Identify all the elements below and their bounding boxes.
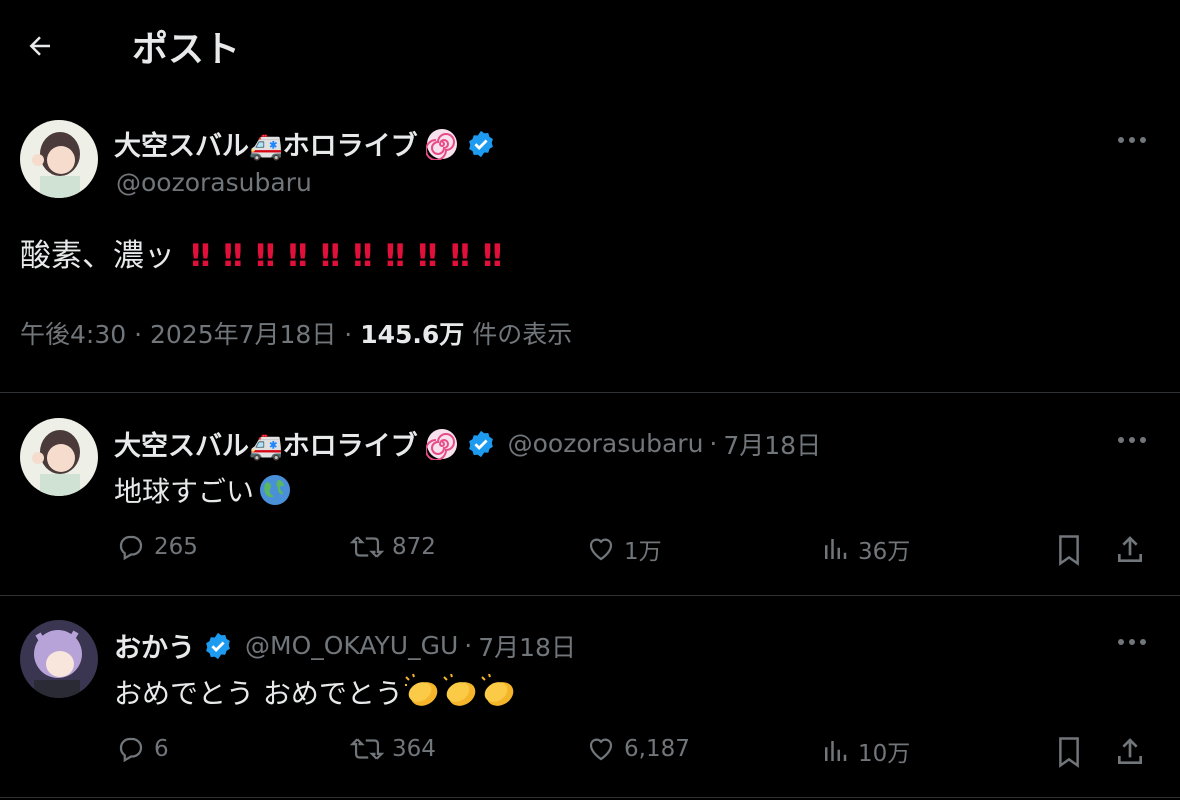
divider: [0, 595, 1180, 596]
meta-separator: ·: [464, 631, 473, 660]
post-time[interactable]: 午後4:30: [20, 320, 126, 349]
meta-separator: ·: [344, 320, 353, 349]
reply-author-row: おかう @MO_OKAYU_GU · 7月18日: [114, 626, 576, 665]
spiral-icon: [425, 128, 458, 160]
exclaim-emoji: ‼: [223, 238, 242, 274]
top-bar: ポスト: [0, 0, 1180, 90]
author-name[interactable]: 大空スバル🚑ホロライブ: [114, 124, 418, 163]
bookmark-icon: [1059, 535, 1079, 566]
more-button[interactable]: [1112, 125, 1152, 155]
reply-text: おめでとう おめでとう: [114, 672, 519, 712]
more-icon: [1118, 437, 1146, 443]
bookmark-button[interactable]: [1054, 534, 1084, 566]
like-count: 1万: [624, 539, 662, 565]
post-meta: 午後4:30 · 2025年7月18日 · 145.6万 件の表示: [20, 315, 572, 351]
reply-actions: 265 872 1万 36万: [116, 532, 1166, 572]
reply-count: 6: [154, 736, 169, 762]
verified-icon: [466, 129, 496, 159]
post-text: 酸素、濃ッ ‼ ‼ ‼ ‼ ‼ ‼ ‼ ‼ ‼ ‼: [20, 230, 515, 275]
exclaim-emoji: ‼: [190, 238, 210, 274]
post-date[interactable]: 2025年7月18日: [150, 320, 336, 349]
reply-text-body: 地球すごい: [114, 475, 255, 508]
like-icon: [589, 538, 613, 561]
reply-icon: [119, 737, 143, 763]
reply-actions: 6 364 6,187 10万: [116, 734, 1166, 774]
more-button[interactable]: [1112, 425, 1152, 455]
more-icon: [1118, 137, 1146, 143]
exclaim-group: ‼ ‼ ‼ ‼ ‼ ‼ ‼ ‼ ‼ ‼: [191, 238, 515, 274]
views-count: 145.6万: [360, 320, 465, 349]
avatar[interactable]: [20, 620, 98, 698]
repost-count: 872: [392, 534, 436, 560]
views-icon: [825, 539, 847, 559]
reply-text: 地球すごい: [114, 470, 292, 510]
share-icon: [1118, 738, 1142, 764]
share-button[interactable]: [1114, 534, 1146, 566]
divider: [0, 797, 1180, 798]
avatar[interactable]: [20, 418, 98, 496]
exclaim-emoji: ‼: [320, 238, 340, 274]
repost-icon: [350, 738, 384, 760]
author-row: 大空スバル🚑ホロライブ: [114, 124, 496, 163]
views-label: 件の表示: [472, 320, 573, 349]
verified-icon: [466, 429, 496, 459]
repost-button[interactable]: 872: [350, 532, 436, 562]
reply-text-body: おめでとう おめでとう: [114, 677, 403, 710]
exclaim-emoji: ‼: [450, 238, 469, 274]
like-count: 6,187: [624, 736, 690, 762]
meta-separator: ·: [709, 429, 718, 458]
bookmark-icon: [1059, 737, 1079, 768]
reply-button[interactable]: 265: [116, 532, 198, 562]
reply-date[interactable]: 7月18日: [723, 426, 821, 462]
like-button[interactable]: 1万: [586, 532, 662, 566]
avatar[interactable]: [20, 120, 98, 198]
reply-date[interactable]: 7月18日: [478, 628, 576, 664]
divider: [0, 392, 1180, 393]
reply-author-row: 大空スバル🚑ホロライブ @oozorasubaru · 7月18日: [114, 424, 821, 463]
exclaim-emoji: ‼: [385, 238, 404, 274]
meta-separator: ·: [134, 320, 143, 349]
spiral-icon: [425, 428, 458, 460]
exclaim-emoji: ‼: [288, 238, 307, 274]
page-title: ポスト: [132, 29, 241, 70]
exclaim-emoji: ‼: [482, 238, 502, 274]
author-handle[interactable]: @oozorasubaru: [508, 429, 704, 458]
author-name[interactable]: おかう: [114, 626, 195, 665]
repost-icon: [350, 536, 384, 558]
repost-button[interactable]: 364: [350, 734, 436, 764]
exclaim-emoji: ‼: [353, 238, 372, 274]
reply-button[interactable]: 6: [116, 734, 169, 764]
author-handle[interactable]: @MO_OKAYU_GU: [245, 631, 458, 660]
share-button[interactable]: [1114, 736, 1146, 768]
globe-emoji-icon: [258, 473, 292, 507]
like-icon: [589, 738, 613, 761]
clap-emoji-icon: [404, 674, 519, 710]
bookmark-button[interactable]: [1054, 736, 1084, 768]
more-button[interactable]: [1112, 627, 1152, 657]
view-count: 36万: [858, 539, 911, 565]
view-count: 10万: [858, 741, 911, 767]
share-icon: [1118, 536, 1142, 562]
reply-count: 265: [154, 534, 198, 560]
exclaim-emoji: ‼: [417, 238, 437, 274]
back-button[interactable]: [22, 28, 58, 64]
views-button[interactable]: 36万: [820, 532, 910, 566]
reply-icon: [119, 535, 143, 561]
verified-icon: [203, 631, 233, 661]
author-name[interactable]: 大空スバル🚑ホロライブ: [114, 424, 418, 463]
post-text-prefix: 酸素、濃ッ: [20, 238, 175, 274]
more-icon: [1118, 639, 1146, 645]
back-arrow-icon: [29, 36, 50, 56]
views-button[interactable]: 10万: [820, 734, 910, 768]
exclaim-emoji: ‼: [255, 238, 275, 274]
author-handle[interactable]: @oozorasubaru: [116, 168, 312, 197]
repost-count: 364: [392, 736, 436, 762]
like-button[interactable]: 6,187: [586, 734, 690, 764]
views-icon: [825, 741, 847, 761]
